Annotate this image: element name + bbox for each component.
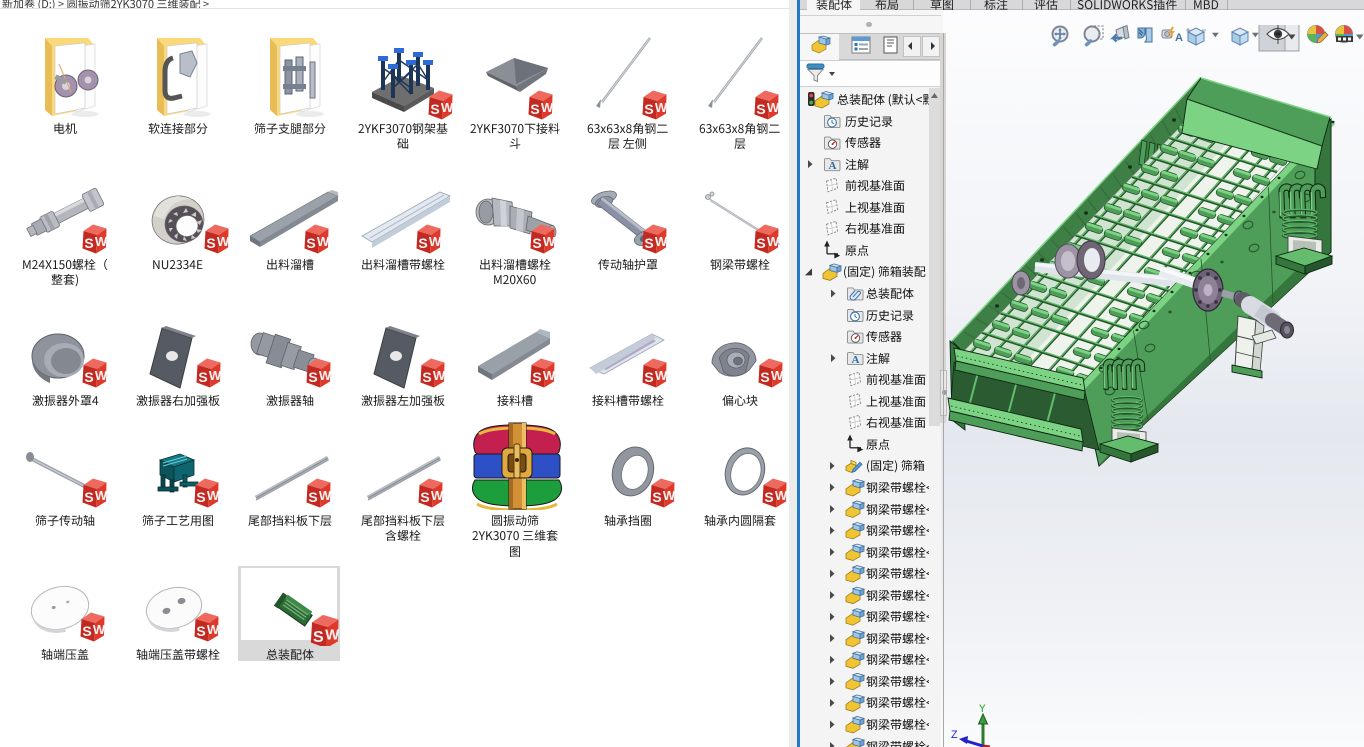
svg-text:Z: Z [951, 730, 958, 742]
svg-text:A: A [829, 160, 837, 172]
svg-text:A: A [852, 354, 860, 366]
svg-text:A: A [1175, 32, 1183, 44]
svg-text:Y: Y [979, 704, 986, 716]
